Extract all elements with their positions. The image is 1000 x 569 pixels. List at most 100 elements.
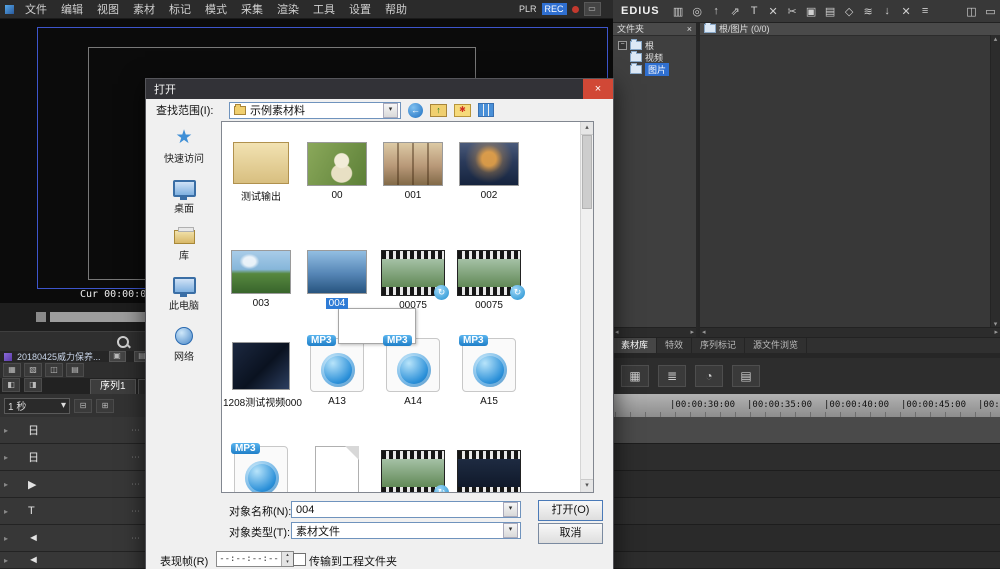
title-icon[interactable]: T xyxy=(745,5,764,17)
tree-item-video[interactable]: 视频 xyxy=(615,51,694,63)
mute-icon[interactable]: ◇ xyxy=(840,5,859,18)
track-options-icon[interactable]: ⋯ xyxy=(131,479,140,490)
dual-view-icon[interactable]: ◫ xyxy=(45,363,63,377)
delete-icon[interactable]: ✕ xyxy=(764,5,783,18)
file-item[interactable]: ↻ xyxy=(375,450,451,493)
menu-marker[interactable]: 标记 xyxy=(162,1,198,17)
expander-icon[interactable]: ▸ xyxy=(0,453,12,462)
track-header-title[interactable]: ▸ T ⋯ xyxy=(0,498,150,525)
sidebar-item-libraries[interactable]: 库 xyxy=(174,230,195,262)
play-track-icon[interactable]: ▶ xyxy=(28,478,36,491)
track-options-icon[interactable]: ⋯ xyxy=(131,533,140,544)
views-icon[interactable] xyxy=(478,103,494,117)
player-window-icon[interactable]: ▭ xyxy=(584,2,601,16)
file-item[interactable]: MP3 A14 xyxy=(375,338,451,407)
close-icon[interactable]: ✕ xyxy=(897,5,916,18)
capture-icon[interactable]: ↓ xyxy=(878,5,897,17)
menu-mode[interactable]: 模式 xyxy=(198,1,234,17)
file-item[interactable]: ↻ 00075 xyxy=(451,250,527,311)
minimize-icon[interactable]: ▭ xyxy=(981,5,1000,18)
collapse-icon[interactable]: − xyxy=(618,41,627,50)
poster-frame-spinner[interactable]: --:--:--:-- ▴ ▾ xyxy=(216,551,294,567)
settings-icon[interactable]: ≡ xyxy=(916,5,935,17)
file-item-selected[interactable]: 004 xyxy=(299,250,375,309)
clip-action-icon[interactable]: ▣ xyxy=(109,351,126,362)
file-type-dropdown[interactable]: 素材文件 ▾ xyxy=(291,522,521,539)
open-button[interactable]: 打开(O) xyxy=(538,500,603,521)
copy-icon[interactable]: ▣ xyxy=(802,5,821,18)
expander-icon[interactable]: ▸ xyxy=(0,556,12,565)
video-track-icon[interactable]: 日 xyxy=(28,422,39,438)
file-item[interactable] xyxy=(299,446,375,493)
file-item[interactable]: MP3 xyxy=(223,446,299,493)
chevron-down-icon[interactable]: ▾ xyxy=(383,103,398,118)
scrub-handle-icon[interactable] xyxy=(36,312,46,322)
expander-icon[interactable]: ▸ xyxy=(0,426,12,435)
scroll-left-icon[interactable]: ◂ xyxy=(615,328,619,337)
tab-effects[interactable]: 特效 xyxy=(657,338,692,353)
video-track-icon[interactable]: 日 xyxy=(28,449,39,465)
speaker-icon[interactable]: ◄ xyxy=(28,554,39,566)
transfer-checkbox[interactable] xyxy=(293,553,306,566)
tree-item-root[interactable]: − 根 xyxy=(615,39,694,51)
speaker-icon[interactable]: ◄ xyxy=(28,532,39,544)
overlay-icon[interactable]: ▧ xyxy=(24,363,42,377)
track-tool-icon[interactable]: ◨ xyxy=(24,378,42,392)
paste-icon[interactable]: ▤ xyxy=(821,5,840,18)
track-options-icon[interactable]: ⋯ xyxy=(131,506,140,517)
tab-sequence-marker[interactable]: 序列标记 xyxy=(692,338,745,353)
scrub-bar[interactable] xyxy=(50,312,150,322)
file-item[interactable]: MP3 A13 xyxy=(299,338,375,407)
track-header-va[interactable]: ▸ ▶ ⋯ xyxy=(0,471,150,498)
plr-indicator[interactable]: PLR xyxy=(519,4,537,14)
scroll-right-icon[interactable]: ▸ xyxy=(690,328,694,337)
menu-render[interactable]: 渲染 xyxy=(270,1,306,17)
scroll-left-icon[interactable]: ◂ xyxy=(702,328,706,337)
menu-help[interactable]: 帮助 xyxy=(378,1,414,17)
menu-capture[interactable]: 采集 xyxy=(234,1,270,17)
track-options-icon[interactable]: ⋯ xyxy=(131,452,140,463)
up-folder-icon[interactable]: ↑ xyxy=(430,104,447,117)
scroll-down-icon[interactable]: ▾ xyxy=(581,479,593,492)
sequence-tab-1[interactable]: 序列1 xyxy=(90,379,136,394)
expander-icon[interactable]: ▸ xyxy=(0,534,12,543)
tab-source-browser[interactable]: 源文件浏览 xyxy=(745,338,807,353)
look-in-dropdown[interactable]: 示例素材料 ▾ xyxy=(229,102,401,119)
search-icon[interactable]: ◎ xyxy=(688,5,707,18)
scroll-up-icon[interactable]: ▴ xyxy=(581,122,593,135)
file-item[interactable]: 001 xyxy=(375,142,451,201)
menu-file[interactable]: 文件 xyxy=(18,1,54,17)
back-icon[interactable]: ← xyxy=(408,103,423,118)
track-header-video-2[interactable]: ▸ 日 ⋯ xyxy=(0,444,150,471)
file-item[interactable]: ↻ 00075 xyxy=(375,250,451,311)
open-folder-icon[interactable]: ▥ xyxy=(669,5,688,18)
chevron-down-icon[interactable]: ▾ xyxy=(503,502,518,517)
sidebar-item-network[interactable]: 网络 xyxy=(174,327,194,363)
list-icon[interactable]: ▤ xyxy=(66,363,84,377)
dialog-titlebar[interactable]: 打开 × xyxy=(146,79,613,99)
rec-indicator[interactable]: REC xyxy=(542,3,567,15)
file-item[interactable]: 1208测试视频000 xyxy=(223,342,299,409)
waveform-icon[interactable]: ≋ xyxy=(859,5,878,18)
track-header-audio-1[interactable]: ▸ ◄ ⋯ xyxy=(0,525,150,552)
chevron-down-icon[interactable]: ▾ xyxy=(503,523,518,538)
sidebar-item-desktop[interactable]: 桌面 xyxy=(173,180,196,215)
track-tool-icon[interactable]: ◧ xyxy=(2,378,20,392)
track-header-video-1[interactable]: ▸ 日 ⋯ xyxy=(0,417,150,444)
expander-icon[interactable]: ▸ xyxy=(0,480,12,489)
menu-settings[interactable]: 设置 xyxy=(342,1,378,17)
scroll-up-icon[interactable]: ▴ xyxy=(991,35,1000,43)
file-item[interactable]: 002 xyxy=(451,142,527,201)
export-icon[interactable]: ⇗ xyxy=(726,5,745,18)
file-list-scrollbar[interactable]: ▴ ▾ xyxy=(580,122,593,492)
timescale-dropdown[interactable]: 1 秒 ▾ xyxy=(4,398,70,414)
file-name-input[interactable]: 004 ▾ xyxy=(291,501,521,518)
tab-bin[interactable]: 素材库 xyxy=(613,338,657,353)
file-item[interactable]: 00 xyxy=(299,142,375,201)
close-icon[interactable]: × xyxy=(583,79,613,99)
tree-item-picture[interactable]: 图片 xyxy=(615,63,694,75)
close-icon[interactable]: × xyxy=(687,24,692,34)
mixer-icon[interactable]: ≣ xyxy=(658,365,686,387)
track-options-icon[interactable]: ⋯ xyxy=(131,425,140,436)
list-menu-icon[interactable]: ▤ xyxy=(732,365,760,387)
